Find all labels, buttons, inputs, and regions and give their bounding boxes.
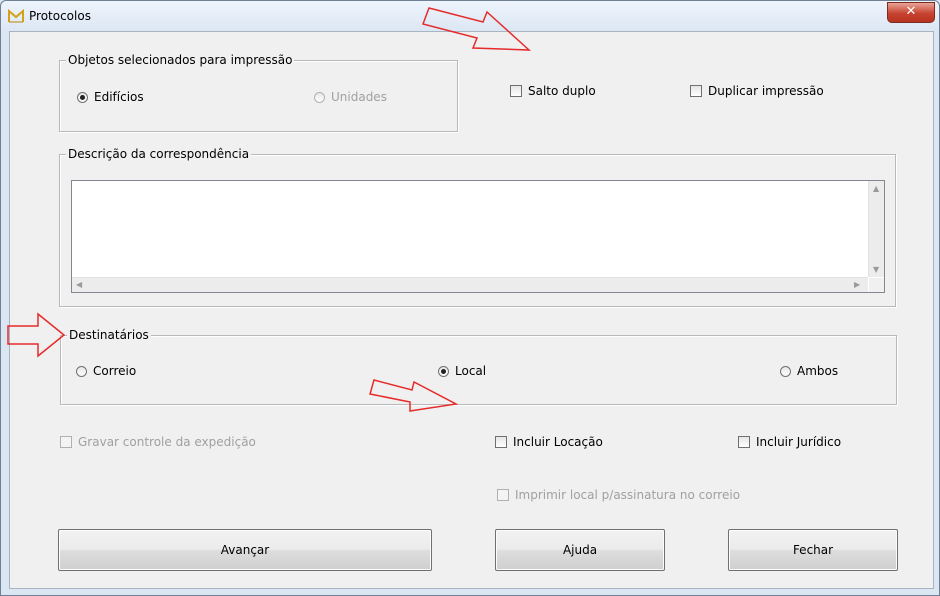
edificios-radio-label: Edifícios bbox=[94, 90, 144, 104]
incluir-juridico-checkbox-box[interactable] bbox=[738, 436, 750, 448]
correio-radio-label: Correio bbox=[93, 364, 137, 378]
horizontal-scrollbar[interactable]: ◀ ▶ bbox=[72, 277, 868, 292]
gravar-controle-label: Gravar controle da expedição bbox=[78, 435, 256, 449]
close-window-button[interactable]: ✕ bbox=[887, 2, 935, 23]
salto-duplo-checkbox[interactable]: Salto duplo bbox=[510, 84, 596, 98]
scroll-down-icon[interactable]: ▼ bbox=[873, 265, 879, 274]
dialog-client-area: Objetos selecionados para impressão Edif… bbox=[9, 31, 934, 589]
avancar-button[interactable]: Avançar bbox=[58, 529, 432, 571]
scroll-right-icon[interactable]: ▶ bbox=[854, 280, 860, 289]
correio-radio[interactable]: Correio bbox=[76, 364, 136, 378]
objetos-group: Objetos selecionados para impressão Edif… bbox=[59, 53, 458, 132]
incluir-locacao-label: Incluir Locação bbox=[513, 435, 603, 449]
local-radio-indicator[interactable] bbox=[438, 365, 449, 377]
ambos-radio-label: Ambos bbox=[797, 364, 839, 378]
destinatarios-group: Destinatários Correio Local Ambos bbox=[60, 328, 897, 405]
scroll-left-icon[interactable]: ◀ bbox=[76, 280, 82, 289]
duplicar-impressao-label: Duplicar impressão bbox=[708, 84, 824, 98]
salto-duplo-checkbox-box[interactable] bbox=[510, 85, 522, 97]
descricao-group-label: Descrição da correspondência bbox=[66, 147, 252, 161]
protocolos-window: Protocolos ✕ Objetos selecionados para i… bbox=[0, 0, 940, 596]
window-title: Protocolos bbox=[29, 9, 91, 23]
duplicar-impressao-checkbox[interactable]: Duplicar impressão bbox=[690, 84, 824, 98]
ambos-radio[interactable]: Ambos bbox=[780, 364, 838, 378]
incluir-locacao-checkbox[interactable]: Incluir Locação bbox=[495, 435, 603, 449]
correio-radio-indicator[interactable] bbox=[76, 365, 87, 377]
scroll-up-icon[interactable]: ▲ bbox=[873, 184, 879, 193]
gravar-controle-checkbox: Gravar controle da expedição bbox=[60, 435, 256, 449]
annotation-arrow-left bbox=[7, 312, 66, 358]
unidades-radio-indicator bbox=[314, 91, 325, 103]
app-logo-icon bbox=[8, 9, 24, 23]
incluir-locacao-checkbox-box[interactable] bbox=[495, 436, 507, 448]
duplicar-impressao-checkbox-box[interactable] bbox=[690, 85, 702, 97]
local-radio-label: Local bbox=[455, 364, 487, 378]
destinatarios-group-label: Destinatários bbox=[67, 328, 151, 342]
annotation-arrow-middle bbox=[369, 379, 459, 412]
unidades-radio-label: Unidades bbox=[331, 90, 387, 104]
imprimir-local-label: Imprimir local p/assinatura no correio bbox=[515, 488, 741, 502]
gravar-controle-checkbox-box bbox=[60, 436, 72, 448]
edificios-radio-indicator[interactable] bbox=[77, 91, 88, 103]
unidades-radio: Unidades bbox=[314, 90, 387, 104]
descricao-textarea[interactable]: ▲ ▼ ◀ ▶ bbox=[71, 180, 885, 293]
local-radio[interactable]: Local bbox=[438, 364, 486, 378]
ajuda-button[interactable]: Ajuda bbox=[495, 529, 665, 571]
close-icon: ✕ bbox=[905, 4, 917, 19]
scroll-corner bbox=[869, 278, 884, 292]
imprimir-local-checkbox: Imprimir local p/assinatura no correio bbox=[497, 488, 740, 502]
incluir-juridico-checkbox[interactable]: Incluir Jurídico bbox=[738, 435, 841, 449]
ambos-radio-indicator[interactable] bbox=[780, 365, 791, 377]
vertical-scrollbar[interactable]: ▲ ▼ bbox=[868, 181, 884, 277]
edificios-radio[interactable]: Edifícios bbox=[77, 90, 144, 104]
fechar-button[interactable]: Fechar bbox=[728, 529, 898, 571]
objetos-group-label: Objetos selecionados para impressão bbox=[66, 53, 295, 67]
annotation-arrow-top bbox=[422, 7, 532, 51]
imprimir-local-checkbox-box bbox=[497, 489, 509, 501]
descricao-group: Descrição da correspondência ▲ ▼ ◀ ▶ bbox=[59, 147, 896, 307]
incluir-juridico-label: Incluir Jurídico bbox=[756, 435, 842, 449]
salto-duplo-label: Salto duplo bbox=[528, 84, 596, 98]
